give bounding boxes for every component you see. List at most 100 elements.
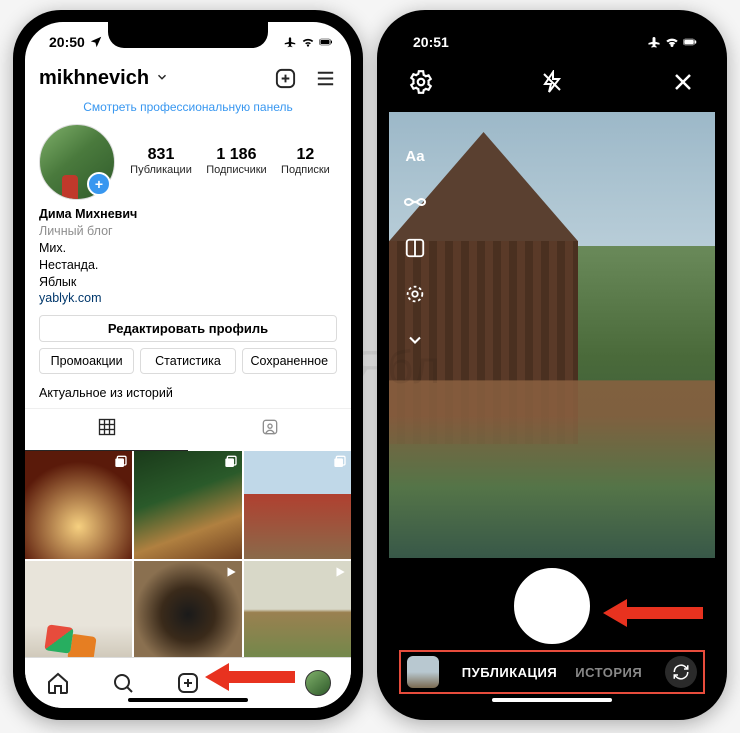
nav-profile[interactable] <box>305 670 331 696</box>
chevron-down-icon <box>155 70 169 84</box>
nav-avatar-image <box>305 670 331 696</box>
create-post-button[interactable] <box>273 66 297 90</box>
shutter-button[interactable] <box>514 568 590 644</box>
nav-search[interactable] <box>110 670 136 696</box>
infinity-icon <box>403 194 427 210</box>
flash-button[interactable] <box>538 68 566 96</box>
screen-profile: 20:50 mikhnevich См <box>25 22 351 708</box>
home-indicator <box>128 698 248 702</box>
hamburger-icon <box>314 67 337 90</box>
phone-left: 20:50 mikhnevich См <box>13 10 363 720</box>
notch <box>472 22 632 48</box>
gear-icon <box>408 69 434 95</box>
nav-create[interactable] <box>175 670 201 696</box>
carousel-icon <box>331 455 347 476</box>
settings-button[interactable] <box>407 68 435 96</box>
tab-grid[interactable] <box>25 409 188 451</box>
annotation-arrow <box>205 660 295 694</box>
home-indicator <box>492 698 612 702</box>
tool-more[interactable] <box>401 326 429 354</box>
mode-story[interactable]: ИСТОРИЯ <box>575 665 642 680</box>
post-thumbnail[interactable] <box>25 451 132 558</box>
home-icon <box>46 671 70 695</box>
tool-boomerang[interactable] <box>401 188 429 216</box>
post-thumbnail[interactable] <box>244 451 351 558</box>
plus-square-icon <box>176 671 200 695</box>
bio-line: Яблык <box>39 274 337 291</box>
gallery-thumbnail[interactable] <box>407 656 439 688</box>
flip-camera-icon <box>672 663 690 681</box>
annotation-arrow <box>603 596 703 630</box>
saved-button[interactable]: Сохраненное <box>242 348 337 374</box>
story-tool-column: Aa <box>401 142 429 354</box>
highlights-title: Актуальное из историй <box>25 382 351 408</box>
profile-tabs <box>25 408 351 451</box>
nav-home[interactable] <box>45 670 71 696</box>
flip-camera-button[interactable] <box>665 656 697 688</box>
bio-block: Дима Михневич Личный блог Мих. Нестанда.… <box>25 206 351 315</box>
carousel-icon <box>112 455 128 476</box>
battery-icon <box>683 35 697 49</box>
promo-button[interactable]: Промоакции <box>39 348 134 374</box>
bio-name: Дима Михневич <box>39 206 337 223</box>
flash-off-icon <box>540 70 564 94</box>
carousel-icon <box>222 455 238 476</box>
menu-button[interactable] <box>313 66 337 90</box>
status-time: 20:51 <box>413 34 449 50</box>
status-time: 20:50 <box>49 34 85 50</box>
viewfinder-image <box>389 380 715 558</box>
search-icon <box>111 671 135 695</box>
post-thumbnail[interactable] <box>134 561 241 668</box>
layout-icon <box>404 237 426 259</box>
stat-followers-num: 1 186 <box>206 146 267 164</box>
post-thumbnail[interactable] <box>25 561 132 668</box>
tagged-icon <box>260 417 280 437</box>
username-dropdown[interactable]: mikhnevich <box>39 67 169 90</box>
bio-line: Нестанда. <box>39 257 337 274</box>
video-icon <box>333 565 347 584</box>
bio-category: Личный блог <box>39 223 337 240</box>
post-grid <box>25 451 351 668</box>
edit-profile-button[interactable]: Редактировать профиль <box>39 315 337 342</box>
camera-top-bar <box>389 68 715 96</box>
location-icon <box>89 35 103 49</box>
tool-multi[interactable] <box>401 280 429 308</box>
pro-dashboard-link[interactable]: Смотреть профессиональную панель <box>25 96 351 122</box>
username-text: mikhnevich <box>39 67 149 89</box>
notch <box>108 22 268 48</box>
screen-camera: 20:51 Aa <box>389 22 715 708</box>
stat-posts[interactable]: 831 Публикации <box>130 146 192 176</box>
stat-posts-label: Публикации <box>130 164 192 176</box>
post-thumbnail[interactable] <box>134 451 241 558</box>
bio-link[interactable]: yablyk.com <box>39 290 337 307</box>
video-icon <box>224 565 238 584</box>
avatar[interactable]: + <box>39 124 113 198</box>
wifi-icon <box>665 35 679 49</box>
tab-tagged[interactable] <box>188 409 351 451</box>
stat-followers[interactable]: 1 186 Подписчики <box>206 146 267 176</box>
mode-bar: ПУБЛИКАЦИЯ ИСТОРИЯ <box>399 650 705 694</box>
multi-capture-icon <box>404 283 426 305</box>
stat-followers-label: Подписчики <box>206 164 267 176</box>
stat-following-num: 12 <box>281 146 330 164</box>
close-button[interactable] <box>669 68 697 96</box>
airplane-icon <box>283 35 297 49</box>
tool-layout[interactable] <box>401 234 429 262</box>
profile-stats-row: + 831 Публикации 1 186 Подписчики 12 Под… <box>25 122 351 206</box>
plus-square-icon <box>274 67 297 90</box>
profile-header: mikhnevich <box>25 62 351 96</box>
stat-following[interactable]: 12 Подписки <box>281 146 330 176</box>
wifi-icon <box>301 35 315 49</box>
add-story-badge[interactable]: + <box>87 172 111 196</box>
tool-text[interactable]: Aa <box>401 142 429 170</box>
airplane-icon <box>647 35 661 49</box>
chevron-down-icon <box>405 330 425 350</box>
camera-viewfinder[interactable] <box>389 112 715 558</box>
stat-following-label: Подписки <box>281 164 330 176</box>
mode-post[interactable]: ПУБЛИКАЦИЯ <box>462 665 557 680</box>
stats-button[interactable]: Статистика <box>140 348 235 374</box>
battery-icon <box>319 35 333 49</box>
stat-posts-num: 831 <box>130 146 192 164</box>
grid-icon <box>97 417 117 437</box>
post-thumbnail[interactable] <box>244 561 351 668</box>
